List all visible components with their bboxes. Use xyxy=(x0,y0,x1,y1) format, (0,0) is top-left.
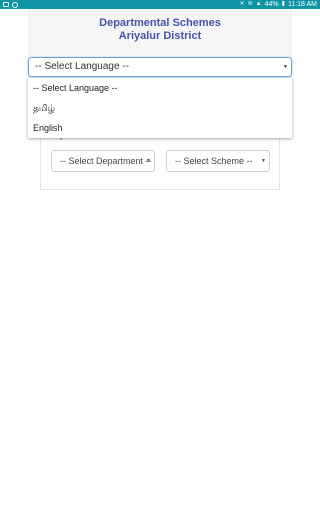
battery-percent: 44% xyxy=(264,1,279,8)
signal-icon: ▲ xyxy=(255,1,262,7)
clock: 11:18 AM xyxy=(287,1,317,8)
status-bar: ✕ ≋ ▲ 44% ▮ 11:18 AM xyxy=(0,0,320,9)
scheme-select[interactable]: -- Select Scheme -- ▼ xyxy=(166,150,270,172)
wifi-icon: ≋ xyxy=(247,1,253,7)
notification-icons xyxy=(3,0,18,9)
mute-icon: ✕ xyxy=(239,1,245,7)
department-select[interactable]: -- Select Department -- ▼ xyxy=(51,150,155,172)
chevron-down-icon: ▼ xyxy=(261,158,266,164)
department-select-value: -- Select Department -- xyxy=(60,156,152,166)
language-select-value: -- Select Language -- xyxy=(35,61,129,72)
system-icons: ✕ ≋ ▲ 44% ▮ 11:18 AM xyxy=(240,0,317,9)
language-option-tamil[interactable]: தமிழ் xyxy=(28,98,292,118)
language-option-placeholder[interactable]: -- Select Language -- xyxy=(28,78,292,98)
language-option-english[interactable]: English xyxy=(28,118,292,138)
chevron-down-icon: ▼ xyxy=(146,158,151,164)
screenshot-icon xyxy=(3,2,9,7)
page-subtitle: Ariyalur District xyxy=(118,30,202,42)
chevron-down-icon: ▼ xyxy=(283,64,288,70)
language-dropdown: -- Select Language -- தமிழ் English xyxy=(28,78,292,138)
language-select[interactable]: -- Select Language -- ▼ xyxy=(28,57,292,77)
page-title: Departmental Schemes xyxy=(99,17,221,29)
battery-icon: ▮ xyxy=(281,1,285,7)
chat-icon xyxy=(12,1,18,8)
page-header: Departmental Schemes Ariyalur District xyxy=(28,9,292,56)
scheme-select-value: -- Select Scheme -- xyxy=(175,156,253,166)
